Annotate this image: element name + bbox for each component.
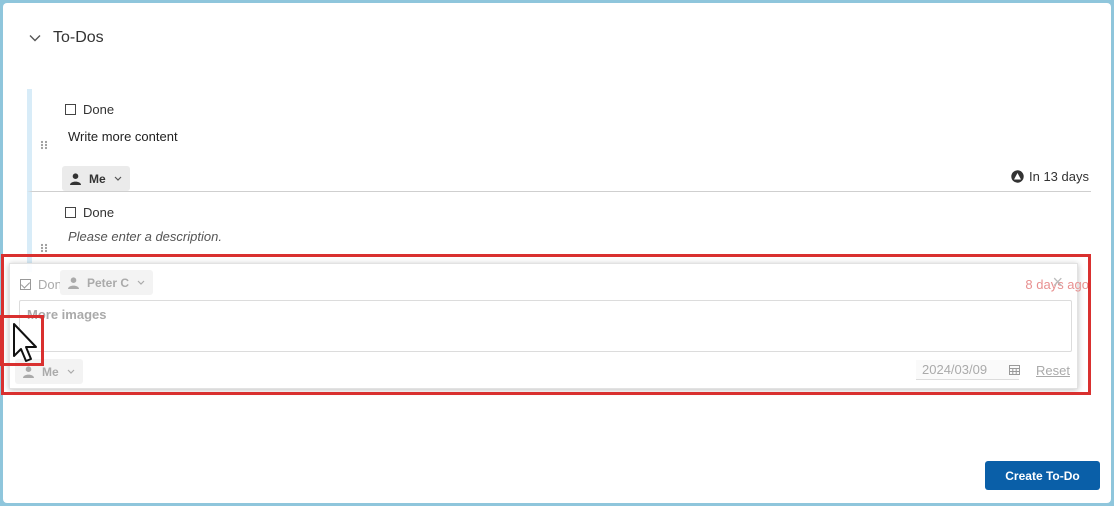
todos-panel: To-Dos Done Write more content Me In 13 … xyxy=(3,3,1111,503)
done-checkbox[interactable]: Done xyxy=(65,205,114,220)
done-label: Done xyxy=(83,205,115,220)
section-title: To-Dos xyxy=(53,29,104,46)
todo-list: Done Write more content Me In 13 days Do… xyxy=(27,89,1091,272)
chevron-down-icon xyxy=(114,176,122,181)
chevron-down-icon[interactable] xyxy=(29,34,41,42)
assignee-dropdown[interactable]: Peter C xyxy=(60,270,154,295)
assignee-name: Me xyxy=(89,171,106,186)
calendar-icon[interactable] xyxy=(1009,362,1020,380)
done-label: Done xyxy=(83,102,115,117)
due-date[interactable]: In 13 days xyxy=(1011,169,1089,184)
todo-title[interactable]: Write more content xyxy=(68,129,178,144)
drag-handle-icon[interactable] xyxy=(40,240,48,258)
todo-item: Done Please enter a description. xyxy=(27,192,1091,272)
todo-description[interactable]: Please enter a description. xyxy=(68,229,222,244)
date-input[interactable]: 2024/03/09 xyxy=(916,360,1019,380)
checkbox-icon[interactable] xyxy=(65,104,76,115)
create-todo-button[interactable]: Create To-Do xyxy=(985,461,1100,490)
chevron-down-icon xyxy=(67,369,75,374)
section-header[interactable]: To-Dos xyxy=(29,29,104,47)
checkbox-icon[interactable] xyxy=(65,207,76,218)
chevron-down-icon xyxy=(137,280,145,285)
due-alert-icon xyxy=(1011,170,1024,183)
user-icon xyxy=(68,276,79,289)
reset-link[interactable]: Reset xyxy=(1036,363,1070,378)
todo-textarea[interactable]: More images xyxy=(19,300,1072,352)
due-text: In 13 days xyxy=(1029,169,1089,184)
mouse-cursor-icon xyxy=(12,322,40,369)
close-icon[interactable]: × xyxy=(1052,273,1063,291)
user-icon xyxy=(70,172,81,185)
dragged-todo-ghost[interactable]: Done Peter C 8 days ago × More images Me… xyxy=(9,263,1089,389)
todo-item: Done Write more content Me In 13 days xyxy=(27,89,1091,192)
checked-checkbox-icon[interactable] xyxy=(20,279,31,290)
drag-handle-icon[interactable] xyxy=(40,137,48,155)
assignee-name: Me xyxy=(42,364,59,379)
assignee-dropdown[interactable]: Me xyxy=(62,166,130,191)
assignee-name: Peter C xyxy=(87,275,130,290)
done-checkbox[interactable]: Done xyxy=(65,102,114,117)
